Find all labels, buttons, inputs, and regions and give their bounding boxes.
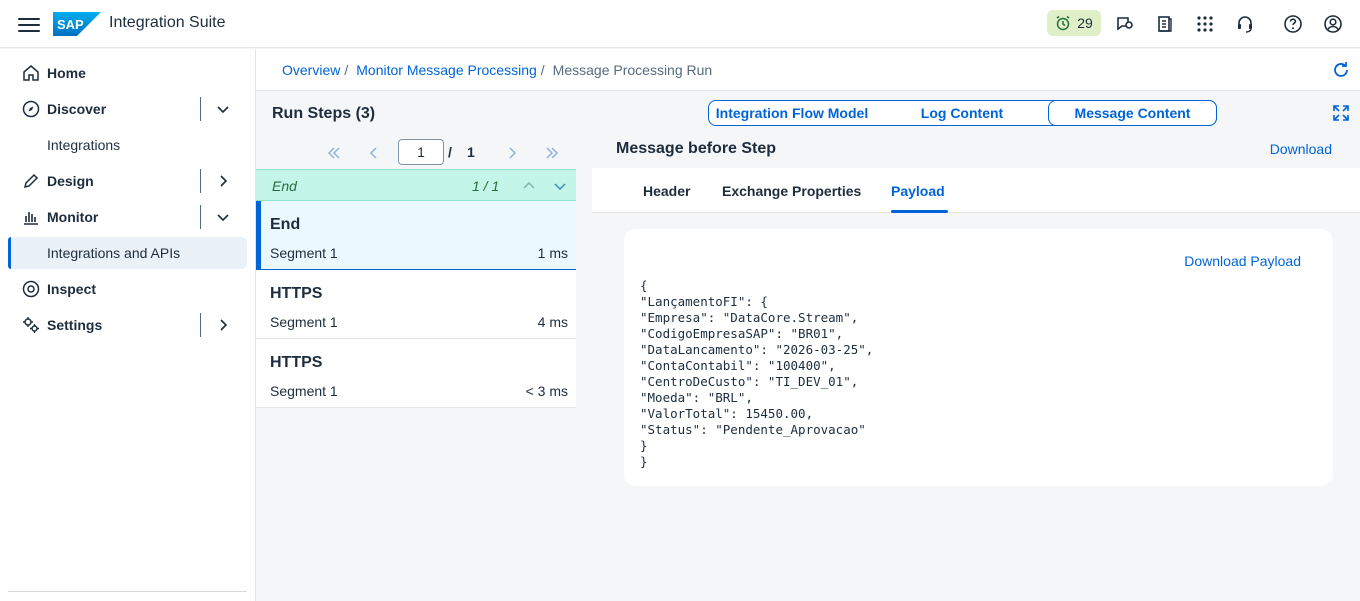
menu-icon[interactable] — [18, 14, 40, 34]
run-step-item[interactable]: End Segment 1 1 ms — [256, 201, 576, 270]
step-name: HTTPS — [270, 354, 323, 371]
nav-divider — [200, 205, 201, 229]
filter-count: 1 / 1 — [472, 178, 500, 194]
side-navigation: Home Discover Integrations Design Monito… — [0, 49, 256, 601]
next-page-icon[interactable] — [504, 145, 520, 161]
breadcrumb-separator: / — [344, 62, 349, 78]
step-segment: Segment 1 — [270, 314, 338, 330]
chevron-down-icon[interactable] — [553, 179, 567, 193]
product-switch-icon[interactable] — [1195, 14, 1215, 34]
download-payload-link[interactable]: Download Payload — [1184, 253, 1301, 269]
message-title: Message before Step — [616, 140, 777, 157]
home-icon — [23, 65, 39, 81]
product-name[interactable]: Integration Suite — [109, 14, 226, 32]
svg-text:SAP: SAP — [57, 17, 84, 32]
breadcrumb-link-monitor[interactable]: Monitor Message Processing — [356, 62, 537, 78]
chevron-right-icon[interactable] — [216, 174, 230, 188]
step-filter-row[interactable]: End 1 / 1 — [256, 169, 576, 201]
nav-item-design[interactable]: Design — [8, 165, 247, 197]
nav-label-integrations-and-apis: Integrations and APIs — [47, 245, 181, 261]
chevron-down-icon[interactable] — [216, 210, 230, 224]
nav-item-discover[interactable]: Discover — [8, 93, 247, 125]
tab-integration-flow-model[interactable]: Integration Flow Model — [709, 101, 875, 125]
compass-icon — [22, 100, 40, 118]
payload-content: { "LançamentoFI": { "Empresa": "DataCore… — [640, 278, 874, 469]
run-steps-title: Run Steps (3) — [272, 105, 376, 122]
message-header: Message before Step Download — [592, 128, 1360, 168]
step-duration: < 3 ms — [525, 383, 568, 399]
nav-divider — [200, 169, 201, 193]
fullscreen-icon[interactable] — [1332, 104, 1350, 122]
view-segmented-button: Integration Flow Model Log Content Messa… — [708, 100, 1217, 126]
page-separator: / — [448, 144, 452, 160]
shell-bar: SAP Integration Suite 29 — [0, 0, 1360, 48]
feedback-icon[interactable] — [1115, 14, 1135, 34]
payload-card: Download Payload { "LançamentoFI": { "Em… — [624, 229, 1333, 486]
breadcrumb-separator: / — [540, 62, 545, 78]
nav-divider — [8, 591, 247, 592]
tab-log-content[interactable]: Log Content — [879, 101, 1045, 125]
settings-gears-icon — [23, 317, 39, 333]
nav-label-design: Design — [47, 173, 94, 189]
run-step-item[interactable]: HTTPS Segment 1 4 ms — [256, 270, 576, 339]
documents-icon[interactable] — [1155, 14, 1175, 34]
pencil-icon — [23, 173, 39, 189]
step-duration: 4 ms — [537, 314, 568, 330]
nav-label-inspect: Inspect — [47, 281, 97, 297]
refresh-icon[interactable] — [1331, 60, 1351, 80]
filter-label: End — [272, 178, 297, 194]
nav-divider — [200, 97, 201, 121]
download-link[interactable]: Download — [1270, 141, 1332, 157]
run-step-item[interactable]: HTTPS Segment 1 < 3 ms — [256, 339, 576, 408]
step-name: End — [270, 216, 301, 233]
step-segment: Segment 1 — [270, 383, 338, 399]
page-total: 1 — [467, 144, 475, 160]
nav-label-settings: Settings — [47, 317, 103, 333]
nav-item-inspect[interactable]: Inspect — [8, 273, 247, 305]
breadcrumb: Overview / Monitor Message Processing / … — [282, 62, 712, 78]
run-steps-pane: Run Steps (3) 1 / 1 End 1 / 1 End Segmen… — [256, 91, 576, 601]
chevron-up-icon[interactable] — [522, 179, 536, 193]
breadcrumb-link-overview[interactable]: Overview — [282, 62, 340, 78]
step-segment: Segment 1 — [270, 245, 338, 261]
nav-item-monitor[interactable]: Monitor — [8, 201, 247, 233]
step-duration: 1 ms — [537, 245, 568, 261]
tab-message-content[interactable]: Message Content — [1048, 100, 1217, 126]
help-icon[interactable] — [1283, 14, 1303, 34]
tab-exchange-properties[interactable]: Exchange Properties — [722, 183, 861, 199]
monitor-chart-icon — [24, 212, 38, 225]
nav-item-integrations-and-apis[interactable]: Integrations and APIs — [8, 237, 247, 269]
chevron-down-icon[interactable] — [216, 102, 230, 116]
nav-divider — [200, 313, 201, 337]
paginator: 1 / 1 — [256, 139, 576, 167]
tab-payload[interactable]: Payload — [891, 183, 945, 199]
breadcrumb-bar: Overview / Monitor Message Processing / … — [256, 49, 1360, 91]
notifications-button[interactable]: 29 — [1047, 10, 1101, 36]
nav-label-monitor: Monitor — [47, 209, 99, 225]
first-page-icon[interactable] — [326, 145, 342, 161]
alarm-clock-icon — [1056, 15, 1070, 31]
tab-header[interactable]: Header — [643, 183, 690, 199]
nav-item-settings[interactable]: Settings — [8, 309, 247, 341]
page-input[interactable]: 1 — [398, 139, 444, 165]
message-tabs: Header Exchange Properties Payload — [592, 168, 1360, 213]
chevron-right-icon[interactable] — [216, 318, 230, 332]
nav-label-integrations: Integrations — [47, 137, 121, 153]
notification-count: 29 — [1077, 15, 1093, 31]
sap-logo[interactable]: SAP — [53, 12, 101, 36]
breadcrumb-current: Message Processing Run — [552, 62, 713, 78]
user-profile-icon[interactable] — [1323, 14, 1343, 34]
support-headset-icon[interactable] — [1235, 14, 1255, 34]
nav-item-home[interactable]: Home — [8, 57, 247, 89]
step-name: HTTPS — [270, 285, 323, 302]
nav-item-integrations[interactable]: Integrations — [8, 129, 247, 161]
inspect-icon — [22, 280, 40, 298]
previous-page-icon[interactable] — [366, 145, 382, 161]
nav-label-discover: Discover — [47, 101, 107, 117]
last-page-icon[interactable] — [544, 145, 560, 161]
active-tab-indicator — [891, 210, 948, 213]
nav-label-home: Home — [47, 65, 86, 81]
